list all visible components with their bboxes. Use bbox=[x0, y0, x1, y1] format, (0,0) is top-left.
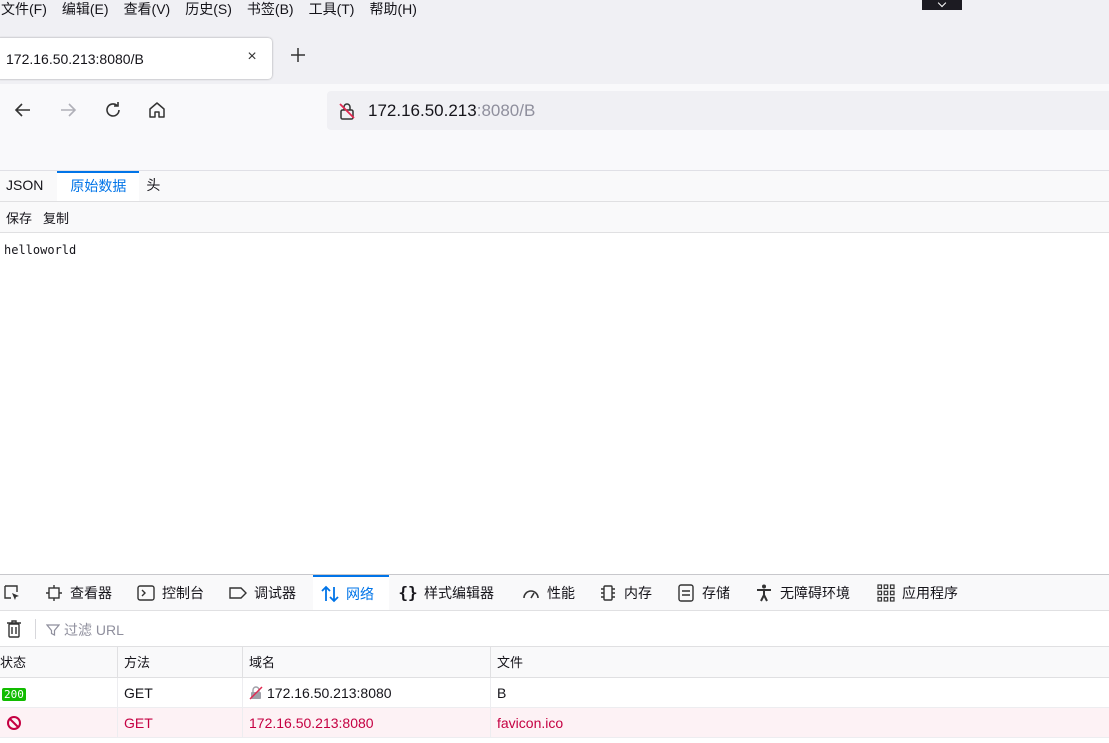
column-status[interactable]: 状态 bbox=[0, 647, 118, 678]
divider bbox=[35, 619, 36, 639]
new-tab-button[interactable] bbox=[286, 46, 310, 70]
tab-strip: 172.16.50.213:8080/B × bbox=[0, 18, 1109, 84]
inspector-icon bbox=[44, 583, 64, 603]
tab-accessibility[interactable]: 无障碍环境 bbox=[754, 575, 850, 610]
tab-console-label: 控制台 bbox=[162, 584, 204, 601]
menu-edit[interactable]: 编辑(E) bbox=[62, 0, 109, 18]
menu-file[interactable]: 文件(F) bbox=[1, 0, 47, 18]
tab-console[interactable]: 控制台 bbox=[136, 575, 204, 610]
viewer-tabs: JSON 原始数据 头 bbox=[0, 171, 1109, 202]
chevron-down-icon bbox=[937, 0, 947, 8]
insecure-lock-icon bbox=[249, 686, 263, 700]
url-host: 172.16.50.213 bbox=[368, 100, 477, 120]
plus-icon bbox=[291, 48, 305, 62]
tab-application[interactable]: 应用程序 bbox=[876, 575, 958, 610]
navigation-bar: 172.16.50.213:8080/B bbox=[0, 84, 1109, 171]
home-icon bbox=[149, 102, 165, 118]
url-bar[interactable]: 172.16.50.213:8080/B bbox=[327, 91, 1109, 130]
tab-inspector-label: 查看器 bbox=[70, 584, 112, 601]
file-cell: favicon.ico bbox=[497, 715, 564, 731]
tab-memory[interactable]: 内存 bbox=[598, 575, 652, 610]
gauge-icon bbox=[521, 583, 541, 603]
trash-icon[interactable] bbox=[5, 619, 23, 639]
domain-cell: 172.16.50.213:8080 bbox=[243, 708, 491, 738]
accessibility-icon bbox=[754, 583, 774, 603]
table-row[interactable]: 200 GET 172.16.50.213:8080 B bbox=[0, 678, 1109, 708]
copy-button[interactable]: 复制 bbox=[43, 208, 69, 227]
menu-view[interactable]: 查看(V) bbox=[124, 0, 171, 18]
tab-headers[interactable]: 头 bbox=[139, 171, 167, 201]
tab-storage-label: 存储 bbox=[702, 584, 730, 601]
status-cell bbox=[0, 708, 118, 738]
tab-network-label: 网络 bbox=[346, 585, 374, 602]
viewer-toolbar: 保存 复制 bbox=[0, 202, 1109, 233]
domain-cell: 172.16.50.213:8080 bbox=[243, 678, 491, 708]
network-request-table: 状态 方法 域名 文件 200 GET 172.16.50.213:8080 B… bbox=[0, 647, 1109, 738]
element-picker-button[interactable] bbox=[2, 575, 28, 610]
table-header: 状态 方法 域名 文件 bbox=[0, 647, 1109, 678]
tab-debugger[interactable]: 调试器 bbox=[228, 575, 296, 610]
tab-title: 172.16.50.213:8080/B bbox=[6, 50, 144, 67]
picker-icon bbox=[2, 583, 22, 603]
column-method[interactable]: 方法 bbox=[118, 647, 243, 678]
braces-icon: {} bbox=[398, 583, 418, 602]
file-cell: B bbox=[497, 685, 507, 701]
network-filter-bar: 过滤 URL bbox=[0, 611, 1109, 647]
tab-accessibility-label: 无障碍环境 bbox=[780, 584, 850, 601]
column-file[interactable]: 文件 bbox=[491, 647, 1109, 678]
reload-icon bbox=[106, 102, 120, 117]
grid-icon bbox=[876, 583, 896, 603]
window-chevron-button[interactable] bbox=[922, 0, 962, 10]
tab-performance[interactable]: 性能 bbox=[521, 575, 575, 610]
home-button[interactable] bbox=[143, 96, 171, 124]
column-domain[interactable]: 域名 bbox=[243, 647, 491, 678]
tab-style-editor[interactable]: {} 样式编辑器 bbox=[398, 575, 494, 610]
tab-application-label: 应用程序 bbox=[902, 584, 958, 601]
filter-icon bbox=[46, 624, 60, 636]
table-row[interactable]: GET 172.16.50.213:8080 favicon.ico bbox=[0, 708, 1109, 738]
tab-network[interactable]: 网络 bbox=[313, 575, 389, 610]
arrow-left-icon bbox=[14, 103, 30, 117]
tab-memory-label: 内存 bbox=[624, 584, 652, 601]
console-icon bbox=[136, 583, 156, 603]
memory-chip-icon bbox=[598, 583, 618, 603]
reload-button[interactable] bbox=[99, 96, 127, 124]
storage-icon bbox=[676, 583, 696, 603]
tab-raw-data[interactable]: 原始数据 bbox=[57, 171, 140, 201]
devtools-panel: 查看器 控制台 调试器 网络 {} 样式编辑器 性能 内存 存储 无障碍环境 应… bbox=[0, 574, 1109, 743]
method-cell: GET bbox=[118, 678, 243, 708]
menu-bookmarks[interactable]: 书签(B) bbox=[247, 0, 294, 18]
tab-performance-label: 性能 bbox=[547, 584, 575, 601]
url-path: :8080/B bbox=[476, 100, 536, 120]
raw-response-text: helloworld bbox=[4, 243, 77, 257]
tab-json[interactable]: JSON bbox=[0, 171, 57, 201]
insecure-lock-icon[interactable] bbox=[337, 101, 357, 124]
browser-tab[interactable]: 172.16.50.213:8080/B × bbox=[0, 38, 272, 79]
network-icon bbox=[320, 584, 340, 604]
back-button[interactable] bbox=[9, 96, 37, 124]
menu-tools[interactable]: 工具(T) bbox=[309, 0, 355, 18]
debugger-icon bbox=[228, 583, 248, 603]
blocked-icon bbox=[7, 716, 21, 730]
tab-inspector[interactable]: 查看器 bbox=[44, 575, 112, 610]
filter-url-input[interactable]: 过滤 URL bbox=[46, 620, 124, 640]
close-icon[interactable]: × bbox=[244, 49, 260, 65]
devtools-tabs: 查看器 控制台 调试器 网络 {} 样式编辑器 性能 内存 存储 无障碍环境 应… bbox=[0, 575, 1109, 611]
status-badge: 200 bbox=[2, 688, 26, 701]
menu-history[interactable]: 历史(S) bbox=[185, 0, 232, 18]
tab-storage[interactable]: 存储 bbox=[676, 575, 730, 610]
tab-debugger-label: 调试器 bbox=[254, 584, 296, 601]
status-cell: 200 bbox=[0, 678, 118, 708]
save-button[interactable]: 保存 bbox=[6, 208, 32, 227]
arrow-right-icon bbox=[61, 103, 77, 117]
tab-style-editor-label: 样式编辑器 bbox=[424, 584, 494, 601]
method-cell: GET bbox=[118, 708, 243, 738]
menu-help[interactable]: 帮助(H) bbox=[369, 0, 416, 18]
filter-placeholder: 过滤 URL bbox=[64, 622, 124, 638]
domain-text: 172.16.50.213:8080 bbox=[267, 685, 392, 701]
forward-button[interactable] bbox=[54, 96, 82, 124]
